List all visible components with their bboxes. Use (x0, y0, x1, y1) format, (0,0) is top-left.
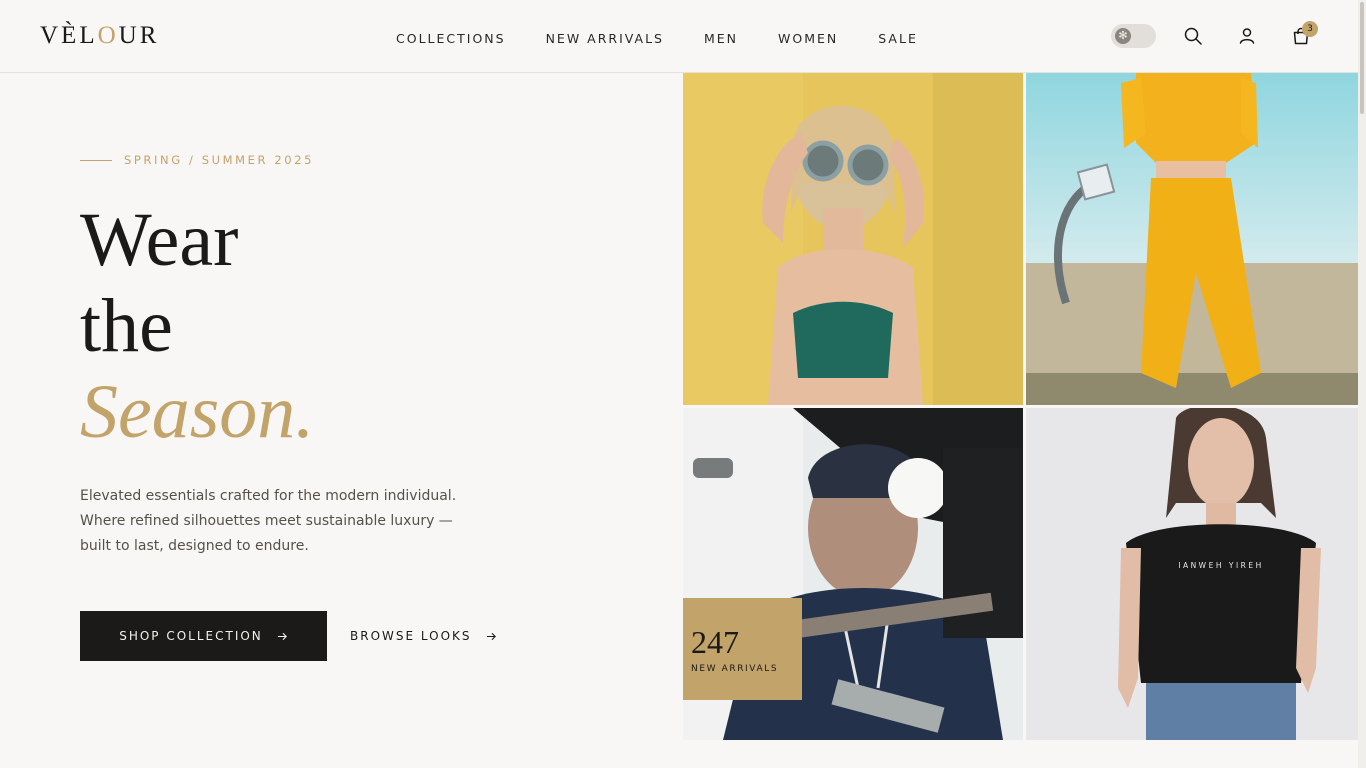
new-arrivals-stat-card: 247 NEW ARRIVALS (683, 598, 802, 700)
nav-collections[interactable]: COLLECTIONS (396, 31, 506, 46)
site-header: VÈLOUR COLLECTIONS NEW ARRIVALS MEN WOME… (0, 0, 1366, 73)
scrollbar-thumb[interactable] (1360, 2, 1364, 114)
season-eyebrow: SPRING / SUMMER 2025 (124, 153, 315, 167)
browse-looks-button[interactable]: BROWSE LOOKS (350, 611, 497, 661)
lookbook-image-yellow-tracksuit[interactable] (1026, 73, 1366, 405)
theme-toggle[interactable]: ✻ (1111, 24, 1156, 48)
nav-new-arrivals[interactable]: NEW ARRIVALS (546, 31, 664, 46)
hero-description: Elevated essentials crafted for the mode… (80, 488, 457, 554)
arrow-right-icon (486, 632, 496, 640)
logo-text-start: VÈL (40, 22, 98, 49)
new-arrivals-label: NEW ARRIVALS (691, 664, 779, 674)
sun-icon: ✻ (1115, 28, 1131, 44)
cart-count-badge: 3 (1302, 21, 1318, 37)
tshirt-print-text: IANWEH YIREH (1178, 561, 1264, 570)
logo-text-accent: O (97, 22, 119, 49)
hero-headline: Wear the Season. (80, 197, 314, 455)
brand-logo[interactable]: VÈLOUR (40, 22, 159, 50)
arrow-right-icon (277, 632, 287, 640)
headline-accent: Season. (80, 370, 315, 454)
main-nav: COLLECTIONS NEW ARRIVALS MEN WOMEN SALE (396, 31, 958, 46)
shop-collection-label: SHOP COLLECTION (119, 629, 263, 643)
lookbook-image-black-tee[interactable]: IANWEH YIREH (1026, 408, 1366, 740)
page-scrollbar[interactable] (1358, 0, 1366, 768)
lookbook-image-sunglasses[interactable] (683, 73, 1023, 405)
nav-men[interactable]: MEN (704, 31, 738, 46)
nav-sale[interactable]: SALE (878, 31, 918, 46)
headline-line-2: the (80, 284, 173, 368)
headline-line-1: Wear (80, 198, 239, 282)
eyebrow-divider (80, 160, 112, 161)
nav-women[interactable]: WOMEN (778, 31, 838, 46)
new-arrivals-count: 247 (691, 624, 739, 660)
shop-collection-button[interactable]: SHOP COLLECTION (80, 611, 327, 661)
browse-looks-label: BROWSE LOOKS (350, 629, 472, 643)
logo-text-end: UR (118, 22, 160, 49)
search-icon[interactable] (1183, 26, 1203, 46)
user-icon[interactable] (1237, 26, 1257, 46)
